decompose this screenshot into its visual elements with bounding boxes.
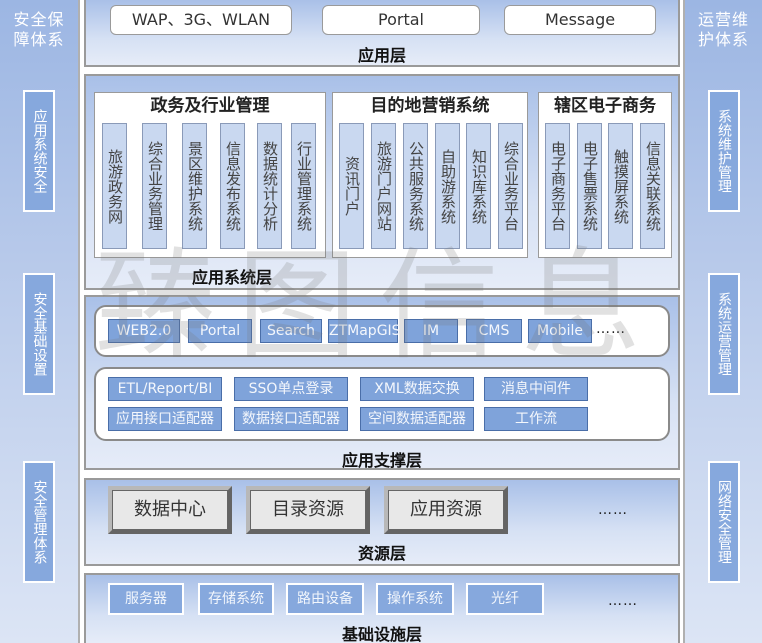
- more-ellipsis: ……: [598, 502, 628, 518]
- system-item: 行业管理系统: [291, 123, 316, 249]
- application-layer: WAP、3G、WLAN Portal Message 应用层: [84, 0, 680, 67]
- support-chip: SSO单点登录: [234, 377, 348, 401]
- security-system-title: 安全保障体系: [13, 10, 65, 49]
- support-chip: XML数据交换: [360, 377, 474, 401]
- application-support-layer-label: 应用支撑层: [341, 451, 422, 470]
- system-item: 景区维护系统: [182, 123, 207, 249]
- support-row-services: ETL/Report/BI SSO单点登录 XML数据交换 消息中间件 应用接口…: [94, 367, 670, 441]
- system-item: 资讯门户: [339, 123, 364, 249]
- resource-layer-label: 资源层: [357, 544, 406, 563]
- security-management-box: 安全管理体系: [23, 461, 55, 583]
- channel-message: Message: [504, 5, 656, 35]
- infra-fiber: 光纤: [466, 583, 544, 615]
- system-item: 触摸屏系统: [608, 123, 633, 249]
- group-title: 政务及行业管理: [150, 96, 270, 116]
- group-title: 目的地营销系统: [370, 96, 490, 116]
- infrastructure-layer: 服务器 存储系统 路由设备 操作系统 光纤 …… 基础设施层: [84, 573, 680, 643]
- more-ellipsis: ……: [608, 593, 638, 609]
- support-chip: Mobile: [528, 319, 592, 343]
- support-chip: 工作流: [484, 407, 588, 431]
- security-system-column: 安全保障体系 应用系统安全 安全基础设置 安全管理体系: [0, 0, 80, 643]
- system-item: 旅游政务网: [102, 123, 127, 249]
- support-chip: ZTMapGIS: [328, 319, 401, 343]
- support-chip: WEB2.0: [108, 319, 180, 343]
- system-item: 信息发布系统: [220, 123, 245, 249]
- system-item: 电子商务平台: [545, 123, 570, 249]
- app-system-security-box: 应用系统安全: [23, 90, 55, 212]
- support-chip: 应用接口适配器: [108, 407, 222, 431]
- system-item: 电子售票系统: [577, 123, 602, 249]
- resource-catalog: 目录资源: [246, 486, 370, 534]
- support-row-platforms: WEB2.0 Portal Search ZTMapGIS IM CMS Mob…: [94, 305, 670, 357]
- support-chip: Search: [260, 319, 322, 343]
- security-infrastructure-box: 安全基础设置: [23, 273, 55, 395]
- support-chip: ETL/Report/BI: [108, 377, 222, 401]
- system-item: 综合业务平台: [498, 123, 523, 249]
- application-layer-label: 应用层: [357, 46, 406, 65]
- infrastructure-layer-label: 基础设施层: [341, 625, 422, 643]
- support-chip: 空间数据适配器: [360, 407, 474, 431]
- system-item: 旅游门户网站: [371, 123, 396, 249]
- application-support-layer: WEB2.0 Portal Search ZTMapGIS IM CMS Mob…: [84, 295, 680, 470]
- infra-server: 服务器: [108, 583, 184, 615]
- support-chip: 数据接口适配器: [234, 407, 348, 431]
- system-item: 综合业务管理: [142, 123, 167, 249]
- support-chip: Portal: [188, 319, 252, 343]
- group-destination-marketing: 目的地营销系统 资讯门户 旅游门户网站 公共服务系统 自助游系统 知识库系统 综…: [332, 92, 528, 258]
- system-item: 信息关联系统: [640, 123, 665, 249]
- network-security-box: 网络安全管理: [707, 461, 740, 583]
- channel-portal: Portal: [322, 5, 480, 35]
- resource-application: 应用资源: [384, 486, 508, 534]
- operations-system-column: 运营维护体系 系统维护管理 系统运营管理 网络安全管理: [683, 0, 762, 643]
- resource-data-center: 数据中心: [108, 486, 232, 534]
- infra-os: 操作系统: [376, 583, 454, 615]
- support-chip: CMS: [466, 319, 522, 343]
- infra-storage: 存储系统: [198, 583, 274, 615]
- operations-system-title: 运营维护体系: [697, 10, 749, 49]
- channel-wap: WAP、3G、WLAN: [110, 5, 292, 35]
- system-maintenance-box: 系统维护管理: [707, 90, 740, 212]
- system-operation-box: 系统运营管理: [707, 273, 740, 395]
- infra-routing: 路由设备: [286, 583, 364, 615]
- more-ellipsis: ……: [596, 321, 626, 337]
- system-item: 知识库系统: [466, 123, 491, 249]
- support-chip: IM: [404, 319, 458, 343]
- group-ecommerce: 辖区电子商务 电子商务平台 电子售票系统 触摸屏系统 信息关联系统: [538, 92, 672, 258]
- group-government-industry: 政务及行业管理 旅游政务网 综合业务管理 景区维护系统 信息发布系统 数据统计分…: [94, 92, 326, 258]
- application-system-layer-label: 应用系统层: [191, 268, 272, 287]
- system-item: 数据统计分析: [257, 123, 282, 249]
- support-chip: 消息中间件: [484, 377, 588, 401]
- group-title: 辖区电子商务: [554, 96, 656, 116]
- system-item: 自助游系统: [435, 123, 460, 249]
- system-item: 公共服务系统: [403, 123, 428, 249]
- resource-layer: 数据中心 目录资源 应用资源 …… 资源层: [84, 478, 680, 566]
- application-system-layer: 政务及行业管理 旅游政务网 综合业务管理 景区维护系统 信息发布系统 数据统计分…: [84, 74, 680, 290]
